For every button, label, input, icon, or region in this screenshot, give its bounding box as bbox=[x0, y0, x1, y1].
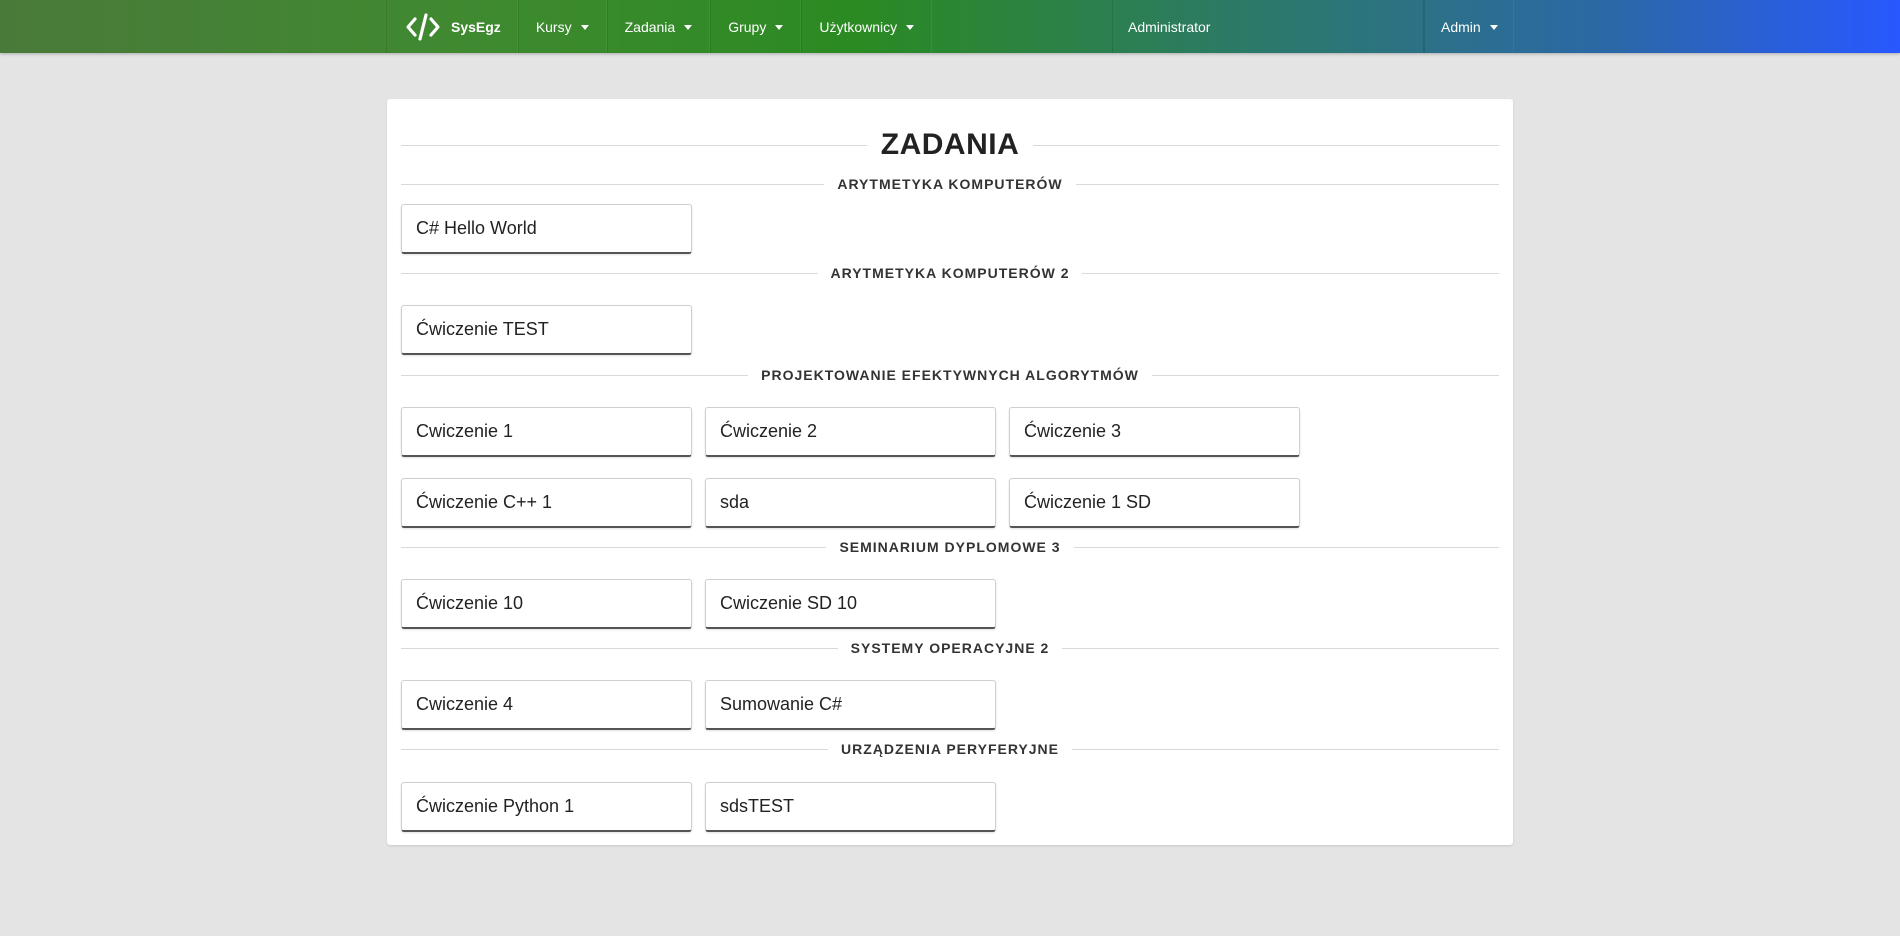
task-button[interactable]: Ćwiczenie 1 SD bbox=[1009, 478, 1300, 528]
section-title: SEMINARIUM DYPLOMOWE 3 bbox=[839, 539, 1061, 555]
navbar-spacer bbox=[932, 0, 1112, 53]
section-title: ARYTMETYKA KOMPUTERÓW bbox=[837, 176, 1063, 192]
section-header: PROJEKTOWANIE EFEKTYWNYCH ALGORYTMÓW bbox=[401, 366, 1499, 384]
task-button[interactable]: Cwiczenie SD 10 bbox=[705, 579, 996, 629]
divider-line bbox=[401, 647, 838, 649]
menu-zadania[interactable]: Zadania bbox=[606, 0, 711, 53]
divider-line bbox=[401, 546, 827, 548]
section-header: SYSTEMY OPERACYJNE 2 bbox=[401, 639, 1499, 657]
divider-line bbox=[1151, 374, 1499, 376]
section-header: SEMINARIUM DYPLOMOWE 3 bbox=[401, 538, 1499, 556]
task-button[interactable]: C# Hello World bbox=[401, 204, 692, 254]
caret-down-icon bbox=[906, 25, 915, 30]
task-button[interactable]: Sumowanie C# bbox=[705, 680, 996, 730]
divider-line bbox=[401, 144, 867, 146]
navbar-inner: SysEgz Kursy Zadania Grupy Użytkownicy A… bbox=[386, 0, 1514, 53]
task-button[interactable]: sda bbox=[705, 478, 996, 528]
section-header: ARYTMETYKA KOMPUTERÓW bbox=[401, 175, 1500, 193]
divider-line bbox=[1072, 748, 1499, 750]
menu-grupy[interactable]: Grupy bbox=[710, 0, 802, 53]
task-button[interactable]: sdsTEST bbox=[705, 782, 996, 832]
task-button[interactable]: Ćwiczenie 2 bbox=[705, 407, 996, 457]
section-title: SYSTEMY OPERACYJNE 2 bbox=[850, 640, 1050, 656]
menu-zadania-label: Zadania bbox=[624, 18, 676, 35]
section-title: URZĄDZENIA PERYFERYJNE bbox=[840, 741, 1060, 757]
divider-line bbox=[1075, 183, 1500, 185]
section-title: ARYTMETYKA KOMPUTERÓW 2 bbox=[830, 265, 1070, 281]
divider-line bbox=[1033, 144, 1499, 146]
user-menu[interactable]: Admin bbox=[1424, 0, 1514, 53]
brand-link[interactable]: SysEgz bbox=[386, 0, 518, 53]
divider-line bbox=[1082, 272, 1499, 274]
task-button[interactable]: Ćwiczenie TEST bbox=[401, 305, 692, 355]
divider-line bbox=[401, 183, 825, 185]
task-button[interactable]: Cwiczenie 4 bbox=[401, 680, 692, 730]
divider-line bbox=[401, 748, 828, 750]
section-header: URZĄDZENIA PERYFERYJNE bbox=[401, 740, 1499, 758]
caret-down-icon bbox=[684, 25, 693, 30]
divider-line bbox=[1073, 546, 1499, 548]
task-button[interactable]: Cwiczenie 1 bbox=[401, 407, 692, 457]
code-icon bbox=[406, 12, 440, 41]
task-button[interactable]: Ćwiczenie 10 bbox=[401, 579, 692, 629]
role-text: Administrator bbox=[1128, 18, 1211, 35]
divider-line bbox=[401, 374, 749, 376]
menu-uzytkownicy[interactable]: Użytkownicy bbox=[801, 0, 933, 53]
menu-grupy-label: Grupy bbox=[728, 18, 767, 35]
section-header: ARYTMETYKA KOMPUTERÓW 2 bbox=[401, 264, 1499, 282]
task-button[interactable]: Ćwiczenie C++ 1 bbox=[401, 478, 692, 528]
divider-line bbox=[1062, 647, 1499, 649]
section-title: PROJEKTOWANIE EFEKTYWNYCH ALGORYTMÓW bbox=[761, 367, 1139, 383]
menu-uzytkownicy-label: Użytkownicy bbox=[819, 18, 898, 35]
caret-down-icon bbox=[1489, 25, 1498, 30]
menu-kursy-label: Kursy bbox=[535, 18, 572, 35]
top-navbar: SysEgz Kursy Zadania Grupy Użytkownicy A… bbox=[0, 0, 1900, 53]
caret-down-icon bbox=[775, 25, 784, 30]
task-button[interactable]: Ćwiczenie 3 bbox=[1009, 407, 1300, 457]
brand-name: SysEgz bbox=[451, 18, 501, 35]
task-button[interactable]: Ćwiczenie Python 1 bbox=[401, 782, 692, 832]
caret-down-icon bbox=[580, 25, 589, 30]
role-label: Administrator bbox=[1112, 0, 1424, 53]
page-title-text: ZADANIA bbox=[880, 128, 1020, 161]
user-menu-label: Admin bbox=[1441, 18, 1481, 35]
divider-line bbox=[401, 272, 818, 274]
page-title: ZADANIA bbox=[401, 123, 1499, 167]
menu-kursy[interactable]: Kursy bbox=[517, 0, 607, 53]
